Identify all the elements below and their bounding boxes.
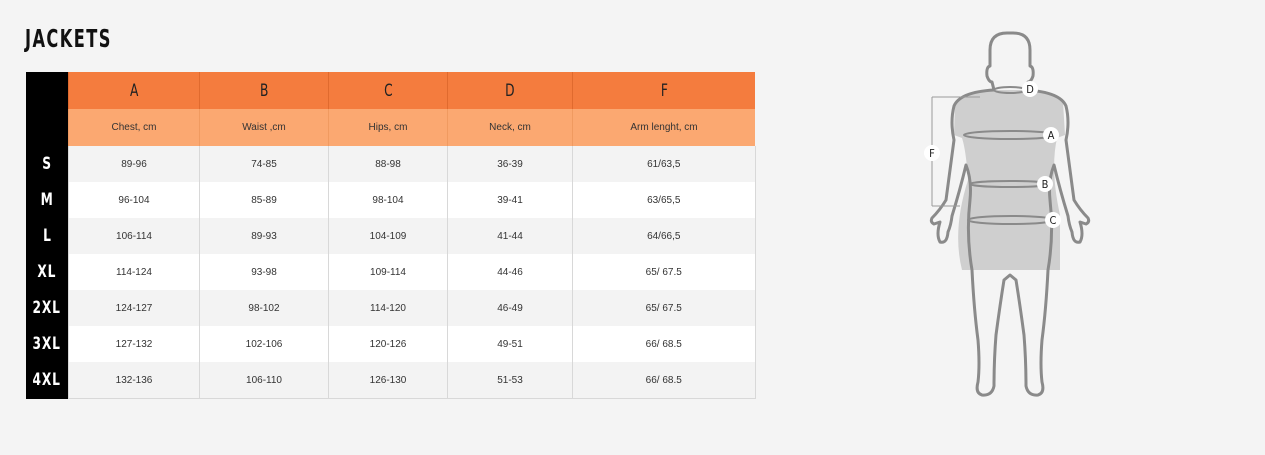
table-cell: 66/ 68.5 <box>572 362 756 399</box>
column-header-letter: B <box>199 72 329 109</box>
label-c: C <box>1050 214 1057 227</box>
table-cell: 85-89 <box>199 182 329 218</box>
table-cell: 114-120 <box>328 290 448 326</box>
column-header-label: Hips, cm <box>328 109 448 146</box>
table-cell: 39-41 <box>447 182 573 218</box>
table-cell: 98-104 <box>328 182 448 218</box>
table-cell: 89-93 <box>199 218 329 254</box>
table-row: S 89-96 74-85 88-98 36-39 61/63,5 <box>26 146 756 182</box>
body-measurement-figure: F D A B C <box>924 31 1091 397</box>
column-header-letter: A <box>68 72 200 109</box>
table-cell: 124-127 <box>68 290 200 326</box>
table-row: 2XL 124-127 98-102 114-120 46-49 65/ 67.… <box>26 290 756 326</box>
column-header-label: Arm lenght, cm <box>572 109 755 146</box>
table-cell: 65/ 67.5 <box>572 254 756 290</box>
table-cell: 132-136 <box>68 362 200 399</box>
column-header-label: Neck, cm <box>447 109 573 146</box>
table-cell: 102-106 <box>199 326 329 362</box>
table-cell: 66/ 68.5 <box>572 326 756 362</box>
table-cell: 88-98 <box>328 146 448 182</box>
header-letter-row: A B C D F <box>26 72 755 146</box>
column-header-label: Chest, cm <box>68 109 200 146</box>
size-label: XL <box>26 254 69 290</box>
label-b: B <box>1042 178 1049 191</box>
table-cell: 93-98 <box>199 254 329 290</box>
table-cell: 127-132 <box>68 326 200 362</box>
table-corner <box>26 72 69 146</box>
table-cell: 61/63,5 <box>572 146 756 182</box>
table-row: 3XL 127-132 102-106 120-126 49-51 66/ 68… <box>26 326 756 362</box>
table-row: XL 114-124 93-98 109-114 44-46 65/ 67.5 <box>26 254 756 290</box>
table-cell: 104-109 <box>328 218 448 254</box>
table-cell: 106-114 <box>68 218 200 254</box>
size-label: 2XL <box>26 290 69 326</box>
size-label: M <box>26 182 69 218</box>
label-f: F <box>929 147 935 160</box>
column-header-letter: D <box>447 72 573 109</box>
table-cell: 46-49 <box>447 290 573 326</box>
header-label-row: Chest, cm Waist ,cm Hips, cm Neck, cm Ar… <box>26 109 755 146</box>
size-label: S <box>26 146 69 182</box>
table-cell: 36-39 <box>447 146 573 182</box>
table-cell: 49-51 <box>447 326 573 362</box>
column-header-label: Waist ,cm <box>199 109 329 146</box>
table-cell: 74-85 <box>199 146 329 182</box>
table-cell: 114-124 <box>68 254 200 290</box>
size-label: L <box>26 218 69 254</box>
column-header-letter: F <box>572 72 755 109</box>
table-cell: 98-102 <box>199 290 329 326</box>
table-cell: 120-126 <box>328 326 448 362</box>
size-label: 3XL <box>26 326 69 362</box>
table-cell: 109-114 <box>328 254 448 290</box>
table-row: L 106-114 89-93 104-109 41-44 64/66,5 <box>26 218 756 254</box>
table-cell: 126-130 <box>328 362 448 399</box>
table-cell: 51-53 <box>447 362 573 399</box>
table-cell: 63/65,5 <box>572 182 756 218</box>
table-row: M 96-104 85-89 98-104 39-41 63/65,5 <box>26 182 756 218</box>
label-a: A <box>1048 129 1055 142</box>
table-row: 4XL 132-136 106-110 126-130 51-53 66/ 68… <box>26 362 756 399</box>
table-cell: 41-44 <box>447 218 573 254</box>
table-cell: 96-104 <box>68 182 200 218</box>
table-cell: 44-46 <box>447 254 573 290</box>
table-cell: 106-110 <box>199 362 329 399</box>
page-title: JACKETS <box>25 24 112 53</box>
label-d: D <box>1026 83 1034 96</box>
table-cell: 89-96 <box>68 146 200 182</box>
table-cell: 64/66,5 <box>572 218 756 254</box>
size-label: 4XL <box>26 362 69 399</box>
column-header-letter: C <box>328 72 448 109</box>
size-chart-table: A B C D F Chest, cm Waist ,cm Hips, cm N… <box>26 72 756 399</box>
table-cell: 65/ 67.5 <box>572 290 756 326</box>
